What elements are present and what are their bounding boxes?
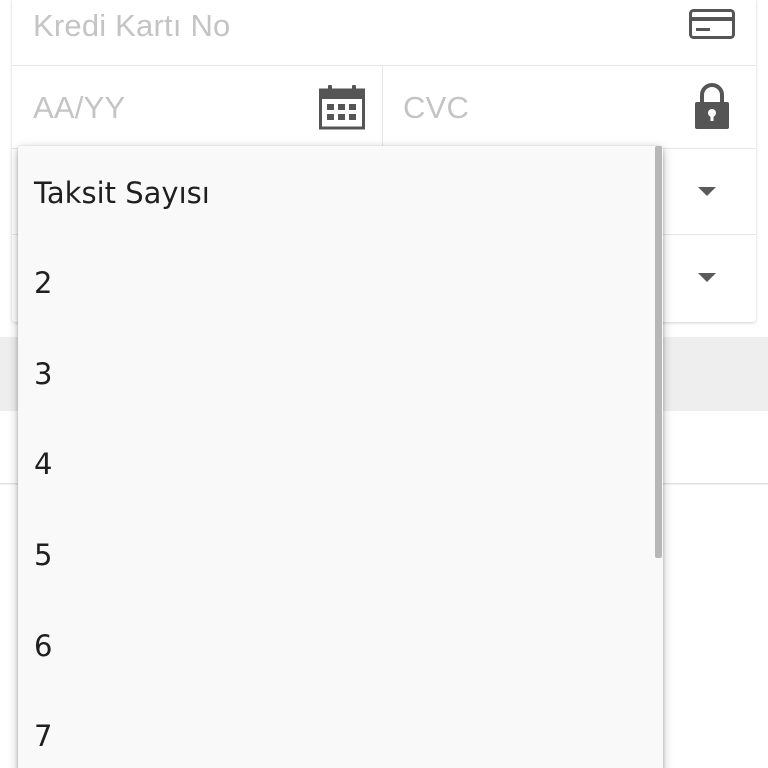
- dropdown-option[interactable]: 2: [18, 238, 655, 328]
- caret-down-icon: [698, 187, 716, 196]
- card-number-field[interactable]: Kredi Kartı No: [12, 0, 756, 64]
- dropdown-option[interactable]: 6: [18, 601, 655, 691]
- dropdown-option[interactable]: 7: [18, 691, 655, 768]
- credit-card-icon: [689, 9, 735, 39]
- lock-icon: [695, 83, 729, 129]
- dropdown-option[interactable]: Taksit Sayısı: [18, 148, 655, 238]
- expiry-placeholder: AA/YY: [33, 90, 126, 125]
- dropdown-scrollbar[interactable]: [655, 146, 662, 558]
- dropdown-option[interactable]: 5: [18, 510, 655, 600]
- expiry-field[interactable]: AA/YY: [12, 66, 382, 148]
- dropdown-option[interactable]: 3: [18, 329, 655, 419]
- cvc-placeholder: CVC: [403, 90, 470, 125]
- installment-dropdown-menu: Taksit Sayısı 2 3 4 5 6 7: [18, 146, 663, 768]
- card-number-placeholder: Kredi Kartı No: [33, 8, 231, 43]
- cvc-field[interactable]: CVC: [383, 66, 756, 148]
- dropdown-option[interactable]: 4: [18, 419, 655, 509]
- caret-down-icon: [698, 273, 716, 282]
- calendar-icon: [319, 85, 365, 130]
